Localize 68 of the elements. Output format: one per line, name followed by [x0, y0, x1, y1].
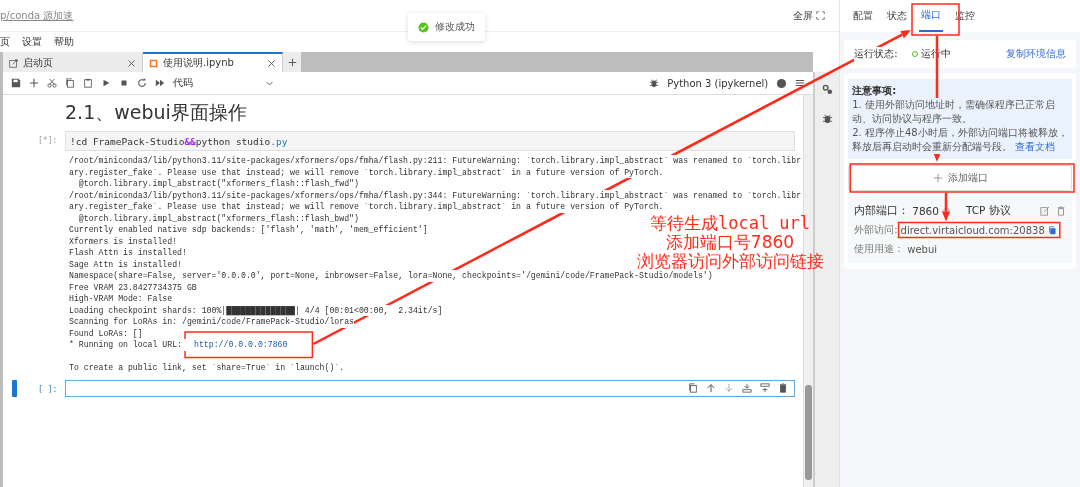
code-line: !cd FramePack-Studio&&python studio.py: [70, 135, 288, 147]
plus-icon: [287, 57, 297, 67]
check-icon: [418, 21, 429, 33]
cut-icon[interactable]: [47, 78, 57, 88]
run-icon[interactable]: [101, 78, 111, 88]
panel-tab[interactable]: 配置: [853, 9, 874, 23]
arrow-up-icon[interactable]: [706, 383, 716, 393]
cell-prompt: [*]:: [38, 135, 59, 145]
bug-icon[interactable]: [821, 113, 833, 124]
bug-icon[interactable]: [649, 78, 660, 88]
port-number: 7860: [912, 205, 939, 217]
annotation-text: 等待生成local url: [649, 214, 811, 233]
annotation-text: 添加端口号7860: [665, 233, 795, 252]
cell-prompt: [ ]:: [38, 383, 59, 394]
heading: 2.1、webui界面操作: [65, 100, 248, 125]
notice-title: 注意事项:: [852, 84, 897, 98]
copy-icon[interactable]: [65, 78, 75, 88]
scroll-thumb[interactable]: [805, 385, 813, 480]
annotation-text: 浏览器访问外部访问链接: [636, 252, 824, 271]
cell-type-dropdown[interactable]: 代码: [173, 76, 274, 90]
code-input[interactable]: !cd FramePack-Studio&&python studio.py: [65, 131, 795, 151]
stop-icon[interactable]: [119, 78, 129, 88]
save-icon[interactable]: [11, 78, 21, 88]
file-tab[interactable]: 使用说明.ipynb: [143, 52, 283, 72]
external-link-icon: [9, 58, 18, 68]
source-link[interactable]: p/conda 源加速: [0, 8, 74, 23]
usage-label: 使用用途：: [854, 242, 905, 256]
close-icon[interactable]: [127, 58, 136, 68]
docs-link[interactable]: 查看文档: [1015, 141, 1056, 152]
menu-item[interactable]: 设置: [22, 35, 42, 49]
file-tab[interactable]: 启动页: [3, 52, 143, 72]
menu-icon[interactable]: [795, 78, 806, 88]
port-label: 内部端口：: [854, 204, 910, 218]
panel-tab[interactable]: 端口: [919, 0, 944, 32]
fast-forward-icon[interactable]: [155, 78, 165, 88]
restart-icon[interactable]: [137, 78, 147, 88]
arrow-head: [933, 152, 941, 162]
usage-value: webui: [907, 243, 937, 255]
add-port-button[interactable]: 添加端口: [848, 165, 1072, 191]
kernel-name[interactable]: Python 3 (ipykernel): [667, 77, 769, 89]
menu-item[interactable]: 页: [0, 35, 10, 49]
insert-below-icon[interactable]: [760, 383, 770, 393]
fullscreen-button[interactable]: 全屏: [793, 8, 826, 23]
external-label: 外部访问:: [854, 223, 898, 237]
panel-tab[interactable]: 状态: [887, 9, 908, 23]
output-line: * Running on local URL:: [69, 339, 182, 351]
plus-icon: [932, 173, 943, 183]
copy-env-link[interactable]: 复制环境信息: [1006, 47, 1066, 61]
plus-icon[interactable]: [29, 78, 39, 88]
copy-icon[interactable]: [688, 383, 698, 393]
active-cell-marker: [12, 379, 17, 397]
toast-message: 修改成功: [435, 20, 475, 34]
notebook-icon: [149, 58, 158, 68]
code-input[interactable]: [65, 379, 795, 397]
menu-item[interactable]: 帮助: [54, 35, 74, 49]
edit-icon[interactable]: [1040, 206, 1050, 216]
gears-icon[interactable]: [821, 84, 833, 95]
status-label: 运行状态:: [854, 47, 898, 61]
copy-icon[interactable]: [1047, 225, 1057, 235]
close-icon[interactable]: [267, 58, 276, 68]
protocol-label: TCP 协议: [965, 204, 1011, 218]
external-url[interactable]: direct.virtaicloud.com:20838: [900, 224, 1045, 236]
trash-icon[interactable]: [778, 383, 788, 393]
fullscreen-icon: [816, 11, 826, 20]
paste-icon[interactable]: [83, 78, 93, 88]
url-link[interactable]: http://0.0.0.0:7860: [194, 339, 288, 351]
new-tab-button[interactable]: [283, 52, 301, 72]
insert-above-icon[interactable]: [742, 383, 752, 393]
